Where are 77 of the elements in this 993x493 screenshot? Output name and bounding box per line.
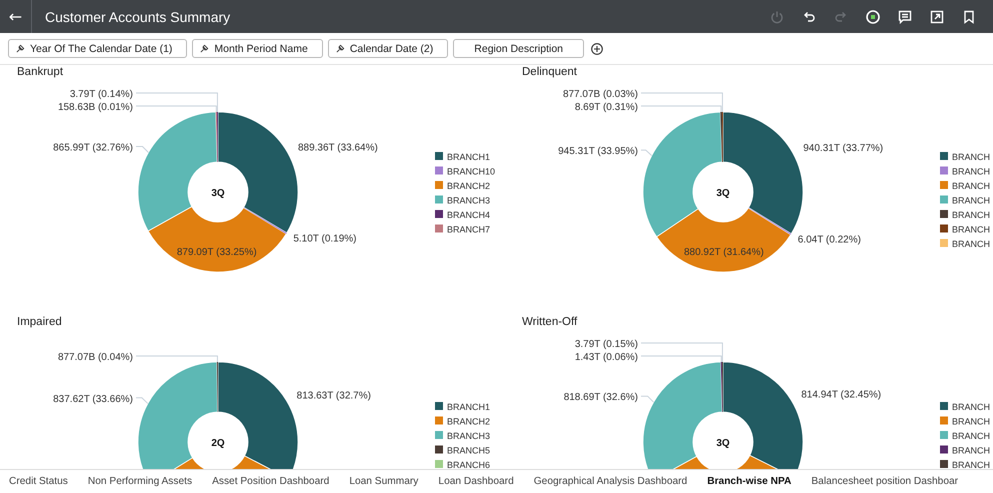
data-label: 5.10T (0.19%) [293, 233, 357, 244]
legend-label: BRANCH [952, 431, 990, 441]
leader-line [640, 150, 652, 156]
legend-label: BRANCH [952, 402, 990, 412]
legend-label: BRANCH2 [447, 416, 490, 426]
dashboard-tab[interactable]: Credit Status [0, 476, 77, 487]
pin-icon [200, 44, 210, 53]
legend-label: BRANCH6 [447, 460, 490, 469]
data-label: 865.99T (32.76%) [53, 142, 133, 154]
data-label: 877.07B (0.04%) [58, 352, 133, 363]
dashboard-tab[interactable]: Branch-wise NPA [698, 476, 800, 487]
legend-label: BRANCH [952, 224, 990, 234]
filter-chip[interactable]: Region Description [453, 39, 584, 58]
page-title: Customer Accounts Summary [45, 8, 230, 24]
data-label: 940.31T (33.77%) [803, 143, 884, 154]
comment-icon[interactable] [898, 10, 912, 24]
dashboard-tab[interactable]: Loan Summary [340, 476, 428, 487]
data-label: 818.69T (32.6%) [564, 392, 638, 404]
pin-icon [16, 44, 25, 53]
legend-label: BRANCH [952, 416, 990, 426]
legend-label: BRANCH [952, 239, 990, 249]
data-label: 879.09T (33.25%) [176, 247, 257, 258]
filter-chip[interactable]: Year Of The Calendar Date (1) [8, 39, 188, 58]
legend-label: BRANCH4 [447, 210, 490, 220]
export-icon[interactable] [930, 10, 944, 24]
legend-label: BRANCH [952, 166, 990, 176]
leader-line [136, 146, 149, 153]
chart-title: Written-Off [522, 316, 578, 328]
data-label: 880.92T (31.64%) [684, 247, 764, 258]
add-icon[interactable] [591, 42, 603, 54]
legend-label: BRANCH [952, 181, 990, 191]
legend-label: BRANCH [952, 196, 990, 206]
data-label: 1.43T (0.06%) [574, 352, 638, 363]
legend-label: BRANCH [952, 460, 990, 469]
legend-label: BRANCH10 [447, 166, 496, 176]
chart-title: Delinquent [522, 66, 577, 78]
chart-title: Bankrupt [17, 66, 64, 78]
data-label: 6.04T (0.22%) [798, 234, 861, 246]
dashboard-tab[interactable]: Balancesheet position Dashboar [802, 476, 968, 487]
dashboard-tab[interactable]: Loan Dashboard [429, 476, 523, 487]
data-label: 158.63B (0.01%) [58, 102, 133, 113]
dashboard-tab[interactable]: Geographical Analysis Dashboard [524, 476, 696, 487]
legend-label: BRANCH3 [447, 196, 490, 206]
data-label: 8.69T (0.31%) [574, 102, 638, 113]
chart-title: Impaired [17, 316, 62, 328]
legend-label: BRANCH1 [447, 402, 490, 412]
data-label: 945.31T (33.95%) [558, 146, 638, 158]
data-label: 813.63T (32.7%) [296, 390, 371, 402]
legend-label: BRANCH2 [447, 181, 490, 191]
pin-icon [336, 44, 345, 53]
legend-label: BRANCH [952, 152, 990, 162]
legend-label: BRANCH1 [447, 152, 490, 162]
data-label: 3.79T (0.15%) [574, 339, 638, 350]
dashboard-tab[interactable]: Non Performing Assets [78, 476, 202, 487]
legend-label: BRANCH [952, 446, 990, 456]
data-label: 877.07B (0.03%) [562, 89, 638, 100]
center-label: 3Q [716, 438, 730, 449]
data-label: 889.36T (33.64%) [298, 142, 378, 154]
leader-line [136, 397, 148, 404]
back-button[interactable]: ← [0, 0, 32, 33]
data-label: 814.94T (32.45%) [801, 390, 882, 401]
data-label: 3.79T (0.14%) [70, 89, 133, 100]
leader-line [640, 396, 654, 403]
filter-chip[interactable]: Month Period Name [192, 39, 323, 58]
center-label: 3Q [211, 188, 225, 199]
center-label: 3Q [716, 188, 730, 199]
legend-label: BRANCH3 [447, 431, 490, 441]
legend-label: BRANCH [952, 210, 990, 220]
data-label: 837.62T (33.66%) [53, 394, 133, 405]
filter-chip[interactable]: Calendar Date (2) [328, 39, 448, 58]
progress-icon[interactable] [866, 10, 880, 24]
dashboard-tab[interactable]: Asset Position Dashboard [203, 476, 338, 487]
bookmark-icon[interactable] [962, 10, 976, 24]
legend-label: BRANCH7 [447, 224, 490, 234]
legend-label: BRANCH5 [447, 446, 490, 456]
undo-icon[interactable] [802, 10, 816, 24]
center-label: 2Q [211, 438, 225, 449]
